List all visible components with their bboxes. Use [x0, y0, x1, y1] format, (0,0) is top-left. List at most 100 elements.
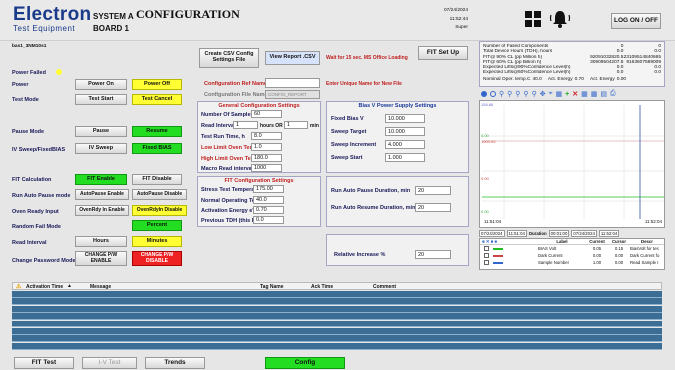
- power-on-button[interactable]: Power On: [75, 79, 127, 90]
- change-pw-disable-button[interactable]: CHANGE P/W DISABLE: [132, 251, 182, 266]
- read-interval-min-input[interactable]: 1: [284, 121, 308, 129]
- pause-button[interactable]: Pause: [75, 126, 127, 137]
- trends-tab[interactable]: Trends: [145, 357, 205, 369]
- legend-rows: BIAS Volt 0.05 0.15 BiasVolt for tes Dark Cu…: [480, 245, 664, 266]
- stats-footer-act-label: Act. Energy: [547, 76, 573, 82]
- relative-increase-input[interactable]: 20: [415, 250, 451, 259]
- alarm-row[interactable]: [12, 291, 662, 298]
- nav-start-date[interactable]: 07/24/2024: [479, 229, 505, 237]
- fixed-bias-button[interactable]: Fixed BIAS: [132, 143, 182, 154]
- alarm-row[interactable]: [12, 313, 662, 320]
- iv-test-tab[interactable]: I-V Test: [82, 357, 137, 369]
- nav-duration[interactable]: 00:01:00: [548, 229, 570, 237]
- pan-icon[interactable]: ✥: [540, 90, 546, 98]
- num-samples-label: Number Of Samples: [201, 112, 254, 118]
- high-limit-input[interactable]: 180.0: [251, 154, 282, 162]
- zoom-y-icon[interactable]: ⚲: [523, 90, 528, 98]
- legend-swatch[interactable]: [480, 252, 538, 259]
- export-icon[interactable]: ▤: [600, 90, 607, 98]
- fixed-bias-v-input[interactable]: 10.000: [385, 114, 425, 123]
- ovenready-enable-button[interactable]: OvenRdy In Enable: [75, 205, 129, 216]
- sweep-start-input[interactable]: 1.000: [385, 153, 425, 162]
- legend-current: 0.05: [592, 246, 602, 251]
- record-icon[interactable]: [481, 91, 487, 97]
- alarm-row[interactable]: [12, 342, 662, 350]
- stats-label: Expected Lifts@60%Confidence Level(h): [483, 70, 571, 76]
- nav-start-time[interactable]: 11:51:04: [506, 229, 527, 237]
- legend-label: Dark Current: [538, 253, 563, 258]
- print-icon[interactable]: ⎙: [610, 90, 616, 98]
- config-tab[interactable]: Config: [265, 357, 345, 369]
- power-off-button[interactable]: Power Off: [132, 79, 182, 90]
- normal-temp-input[interactable]: 40.0: [253, 196, 284, 204]
- autopause-enable-button[interactable]: AutoPause Enable: [75, 189, 129, 200]
- sweep-increment-input[interactable]: 4.000: [385, 140, 425, 149]
- test-cancel-button[interactable]: Test Cancel: [132, 94, 182, 105]
- previous-tdh-input[interactable]: 0.0: [253, 216, 284, 224]
- zoom-in-icon[interactable]: ⚲: [499, 90, 504, 98]
- resume-button[interactable]: Resume: [132, 126, 182, 137]
- stress-temp-input[interactable]: 175.00: [253, 185, 284, 193]
- iv-sweep-button[interactable]: IV Sweep: [75, 143, 127, 154]
- grid-icon[interactable]: ▦: [556, 90, 563, 98]
- fit-enable-button[interactable]: FIT Enable: [75, 174, 127, 185]
- time: 11:52:44: [449, 16, 468, 22]
- board-label: BOARD 1: [93, 24, 130, 33]
- table-icon[interactable]: ▦: [581, 90, 588, 98]
- low-limit-input[interactable]: 1.0: [251, 143, 282, 151]
- macro-read-input[interactable]: 1000: [251, 164, 282, 172]
- zoom-out-icon[interactable]: ⚲: [507, 90, 512, 98]
- fit-setup-button[interactable]: FIT Set Up: [418, 46, 468, 60]
- zoom-x-icon[interactable]: ⚲: [515, 90, 520, 98]
- delete-icon[interactable]: ✕: [572, 90, 578, 98]
- cursor-icon[interactable]: ⌖: [549, 90, 553, 98]
- alarm-row[interactable]: [12, 298, 662, 306]
- pause-duration-input[interactable]: 20: [415, 186, 451, 195]
- zoom-fit-icon[interactable]: ⚲: [532, 90, 537, 98]
- sweep-target-input[interactable]: 10.000: [385, 127, 425, 136]
- logon-button[interactable]: LOG ON / OFF: [611, 13, 661, 29]
- ref-name-input[interactable]: [265, 78, 320, 88]
- windows-icon[interactable]: [525, 11, 541, 27]
- activation-energy-input[interactable]: 0.70: [253, 206, 284, 214]
- alarm-sort-icon[interactable]: ▲: [67, 283, 72, 289]
- legend-row[interactable]: BIAS Volt 0.05 0.15 BiasVolt for tes: [480, 245, 664, 252]
- fit-test-tab[interactable]: FIT Test: [14, 357, 74, 369]
- hours-button[interactable]: Hours: [75, 236, 127, 247]
- resume-duration-input[interactable]: 20: [415, 203, 451, 212]
- ovenready-disable-button[interactable]: OvenRdyIn Disable: [132, 205, 187, 216]
- num-samples-input[interactable]: 60: [251, 110, 282, 118]
- minutes-button[interactable]: Minutes: [132, 236, 182, 247]
- trend-graph[interactable]: 158.88 0.00 1000.00 0.00 0.00 11:51:04 1…: [479, 100, 665, 228]
- play-icon[interactable]: [490, 91, 496, 97]
- read-interval-hours-input[interactable]: 1: [233, 121, 258, 129]
- percent-button[interactable]: Percent: [132, 220, 182, 231]
- nav-end-time[interactable]: 11:52:04: [598, 229, 620, 237]
- pause-duration-label: Run Auto Pause Duration, min: [331, 188, 411, 194]
- legend-swatch[interactable]: [480, 245, 538, 252]
- add-icon[interactable]: +: [565, 91, 569, 98]
- alarm-row[interactable]: [12, 305, 662, 313]
- legend-row[interactable]: Sample Number 1.00 0.00 Read Sample I: [480, 259, 664, 266]
- alarm-row[interactable]: [12, 335, 662, 343]
- view-report-button[interactable]: View Report .CSV: [265, 51, 320, 65]
- legend-row[interactable]: Dark Current 0.00 0.00 Dark Current fo: [480, 252, 664, 259]
- change-pw-enable-button[interactable]: CHANGE P/W ENABLE: [75, 251, 127, 266]
- nav-end-date[interactable]: 07/24/2024: [571, 229, 597, 237]
- y-axis-mid1: 0.00: [481, 133, 489, 138]
- alarm-row[interactable]: [12, 320, 662, 328]
- alarm-row[interactable]: [12, 328, 662, 335]
- alarm-bell-icon[interactable]: [549, 9, 571, 29]
- logo-main: Electron: [13, 4, 92, 25]
- relative-increase-panel: Relative Increase % 20: [326, 234, 469, 266]
- autopause-disable-button[interactable]: AutoPause Disable: [132, 189, 187, 200]
- test-run-time-input[interactable]: 8.0: [251, 132, 282, 140]
- create-csv-button[interactable]: Create CSV Config Settings File: [199, 48, 259, 68]
- fit-disable-button[interactable]: FIT Disable: [132, 174, 182, 185]
- iv-sweep-label: IV Sweep/FixedBIAS: [12, 147, 66, 153]
- legend-descr: Dark Current fo: [630, 253, 660, 258]
- table2-icon[interactable]: ▦: [591, 90, 598, 98]
- legend-swatch[interactable]: [480, 259, 538, 266]
- test-start-button[interactable]: Test Start: [75, 94, 127, 105]
- bias-settings-panel: Bias V Power Supply Settings Fixed Bias …: [326, 101, 469, 173]
